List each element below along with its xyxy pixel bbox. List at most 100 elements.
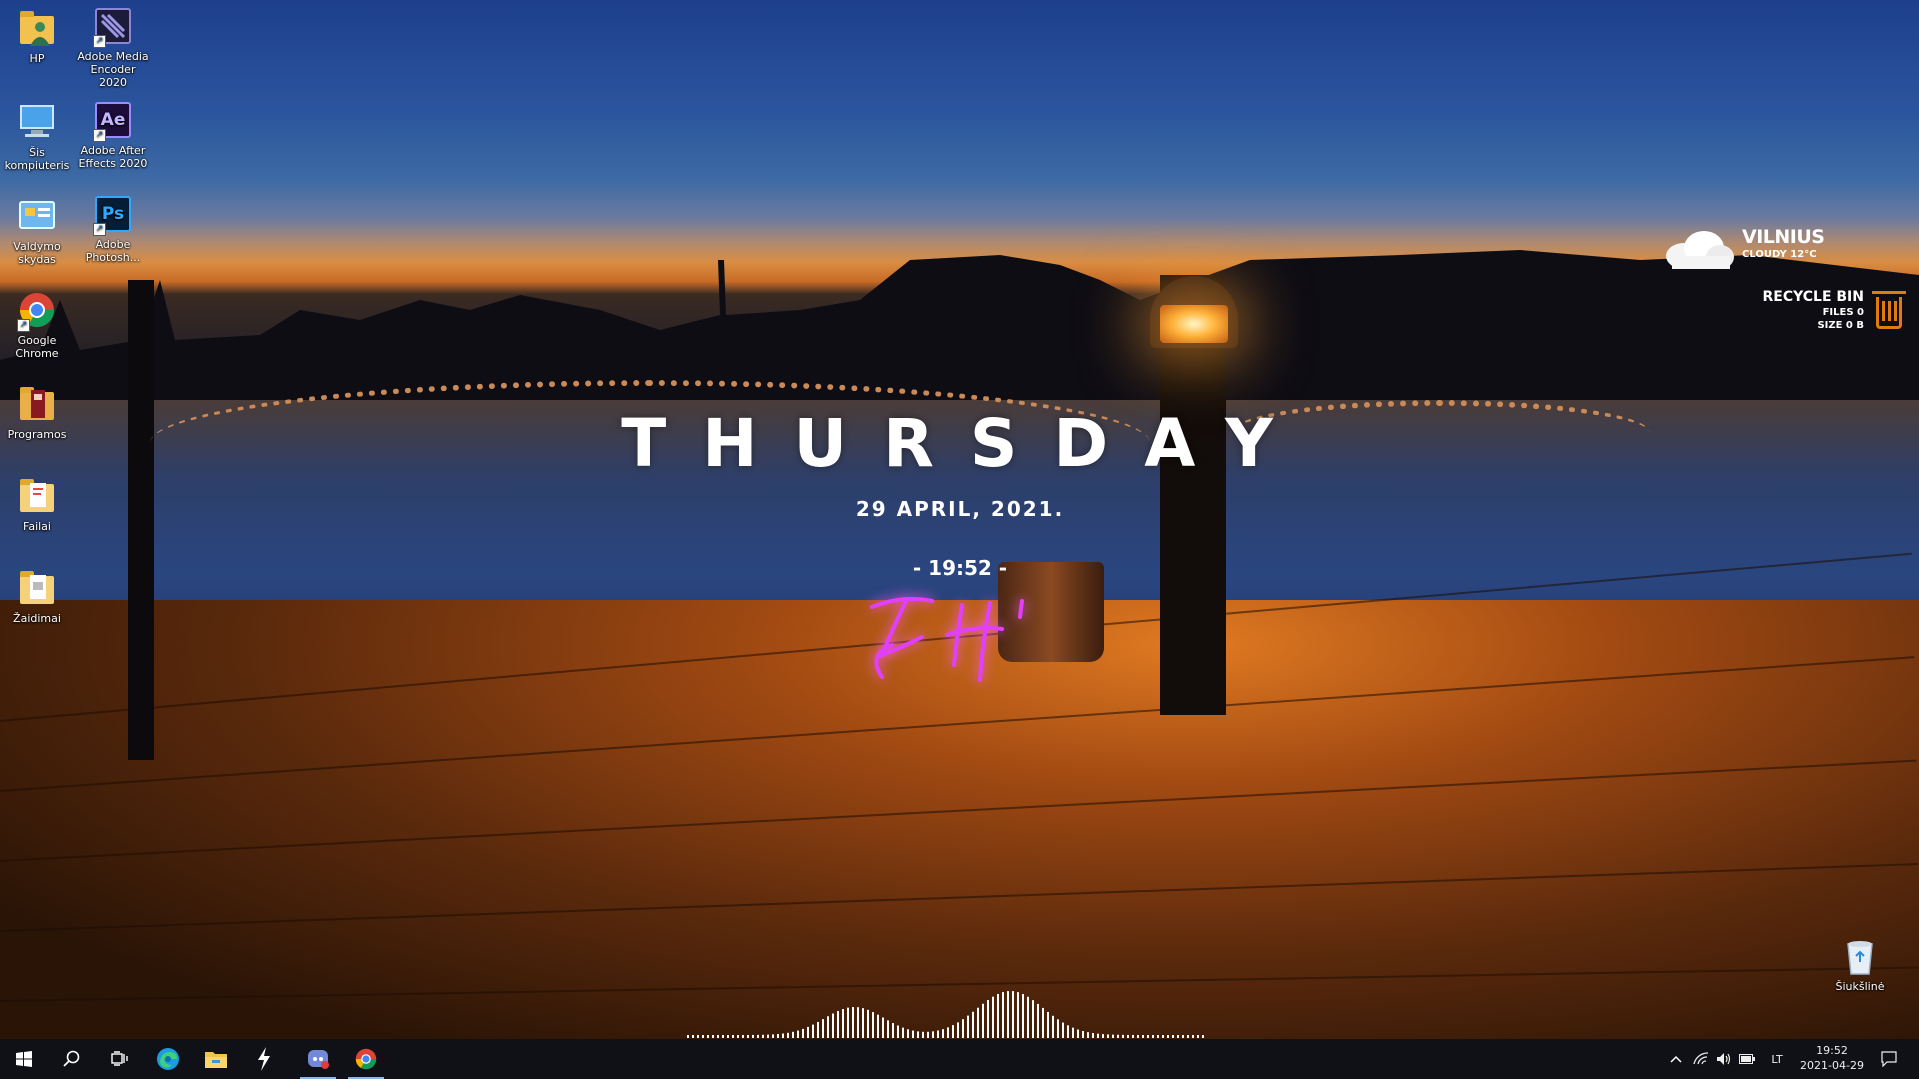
visualizer-bar	[732, 1034, 734, 1038]
visualizer-bar	[1152, 1034, 1154, 1038]
desktop-icon-label: Šis kompiuteris	[4, 146, 70, 172]
network-tray-button[interactable]	[1690, 1039, 1712, 1079]
desktop-icon-failai[interactable]: Failai	[0, 476, 75, 533]
visualizer-bar	[1072, 1027, 1074, 1038]
visualizer-bar	[777, 1034, 779, 1038]
discord-button[interactable]	[294, 1039, 342, 1079]
visualizer-bar	[1107, 1034, 1109, 1038]
visualizer-bar	[862, 1008, 864, 1038]
visualizer-bar	[832, 1013, 834, 1038]
visualizer-bar	[1067, 1025, 1069, 1038]
visualizer-bar	[1042, 1007, 1044, 1038]
visualizer-bar	[1137, 1034, 1139, 1038]
desktop-icon-this-pc[interactable]: Šis kompiuteris	[0, 102, 75, 172]
desktop-icon-recycle-bin[interactable]: Šiukšlinė	[1822, 936, 1898, 993]
desktop-icon-label: Valdymo skydas	[13, 240, 61, 266]
visualizer-bar	[932, 1031, 934, 1038]
visualizer-bar	[692, 1035, 694, 1038]
visualizer-bar	[1202, 1035, 1204, 1038]
weather-city: VILNIUS	[1742, 226, 1825, 248]
desktop-icon-hp[interactable]: HP	[0, 8, 75, 65]
visualizer-bar	[1047, 1011, 1049, 1038]
visualizer-bar	[767, 1034, 769, 1038]
visualizer-bar	[922, 1031, 924, 1038]
language-indicator[interactable]: LT	[1762, 1039, 1792, 1079]
chrome-taskbar-button[interactable]	[342, 1039, 390, 1079]
volume-tray-button[interactable]	[1713, 1039, 1735, 1079]
desktop-icon-label: Šiukšlinė	[1835, 980, 1885, 993]
discord-icon	[308, 1050, 329, 1069]
desktop-icon-zaidimai[interactable]: Žaidimai	[0, 568, 75, 625]
start-button[interactable]	[0, 1039, 48, 1079]
chrome-icon	[355, 1048, 377, 1070]
visualizer-bar	[752, 1034, 754, 1038]
chevron-up-icon	[1670, 1055, 1682, 1063]
date-widget: 29 APRIL, 2021.	[855, 497, 1065, 521]
file-explorer-button[interactable]	[192, 1039, 240, 1079]
visualizer-bar	[1157, 1034, 1159, 1038]
visualizer-bar	[1062, 1022, 1064, 1038]
wallpaper-skyline	[0, 250, 1919, 410]
desktop-icon-programos[interactable]: Programos	[0, 384, 75, 441]
visualizer-bar	[687, 1035, 689, 1038]
recycle-bin-files: FILES 0	[1822, 307, 1864, 318]
desktop-icon-control-panel[interactable]: Valdymo skydas	[0, 196, 75, 266]
visualizer-bar	[817, 1021, 819, 1038]
desktop-icon-google-chrome[interactable]: ↗ Google Chrome	[0, 290, 75, 360]
visualizer-bar	[1187, 1035, 1189, 1038]
battery-tray-button[interactable]	[1736, 1039, 1758, 1079]
visualizer-bar	[762, 1034, 764, 1038]
winamp-icon	[258, 1047, 270, 1071]
desktop-icon-media-encoder[interactable]: ↗ Adobe Media Encoder 2020	[75, 6, 151, 89]
visualizer-bar	[802, 1028, 804, 1038]
visualizer-bar	[772, 1034, 774, 1038]
desktop-icon-label: Failai	[23, 520, 51, 533]
visualizer-bar	[867, 1009, 869, 1038]
visualizer-bar	[837, 1011, 839, 1038]
visualizer-bar	[882, 1017, 884, 1038]
visualizer-bar	[722, 1034, 724, 1038]
desktop-icon-photoshop[interactable]: Ps ↗ Adobe Photosh...	[75, 194, 151, 264]
visualizer-bar	[972, 1011, 974, 1038]
visualizer-bar	[902, 1027, 904, 1038]
visualizer-bar	[982, 1003, 984, 1038]
visualizer-bar	[1087, 1032, 1089, 1038]
winamp-button[interactable]	[240, 1039, 288, 1079]
visualizer-bar	[1177, 1034, 1179, 1038]
visualizer-bar	[947, 1027, 949, 1038]
media-encoder-icon: ↗	[93, 6, 133, 48]
file-explorer-icon	[205, 1052, 227, 1068]
visualizer-bar	[737, 1034, 739, 1038]
task-view-button[interactable]	[96, 1039, 144, 1079]
desktop-icon-label: Adobe Media Encoder 2020	[77, 50, 149, 89]
search-button[interactable]	[48, 1039, 96, 1079]
visualizer-bar	[967, 1015, 969, 1038]
visualizer-bar	[852, 1007, 854, 1038]
visualizer-bar	[727, 1034, 729, 1038]
visualizer-bar	[952, 1025, 954, 1038]
desktop-icon-label: Adobe After Effects 2020	[78, 144, 148, 170]
search-icon	[63, 1050, 80, 1067]
recycle-bin-icon	[1840, 936, 1880, 976]
visualizer-bar	[1132, 1034, 1134, 1038]
visualizer-bar	[1112, 1034, 1114, 1038]
taskbar: LT 19:52 2021-04-29	[0, 1039, 1919, 1079]
show-hidden-icons-button[interactable]	[1664, 1039, 1688, 1079]
visualizer-bar	[1022, 994, 1024, 1038]
visualizer-bar	[1142, 1034, 1144, 1038]
start-icon	[16, 1051, 32, 1067]
visualizer-bar	[892, 1023, 894, 1038]
visualizer-bar	[847, 1007, 849, 1038]
control-panel-icon	[17, 196, 57, 236]
folder-icon	[17, 384, 57, 424]
desktop-icon-label: Google Chrome	[15, 334, 59, 360]
recycle-bin-widget[interactable]: RECYCLE BIN FILES 0 SIZE 0 B	[1740, 289, 1910, 349]
action-center-button[interactable]	[1874, 1039, 1904, 1079]
taskbar-clock[interactable]: 19:52 2021-04-29	[1792, 1043, 1872, 1073]
desktop-icon-label: HP	[29, 52, 45, 65]
visualizer-bar	[1027, 996, 1029, 1038]
desktop-icon-after-effects[interactable]: Ae ↗ Adobe After Effects 2020	[75, 100, 151, 170]
edge-button[interactable]	[144, 1039, 192, 1079]
visualizer-bar	[827, 1016, 829, 1038]
visualizer-bar	[1017, 992, 1019, 1038]
